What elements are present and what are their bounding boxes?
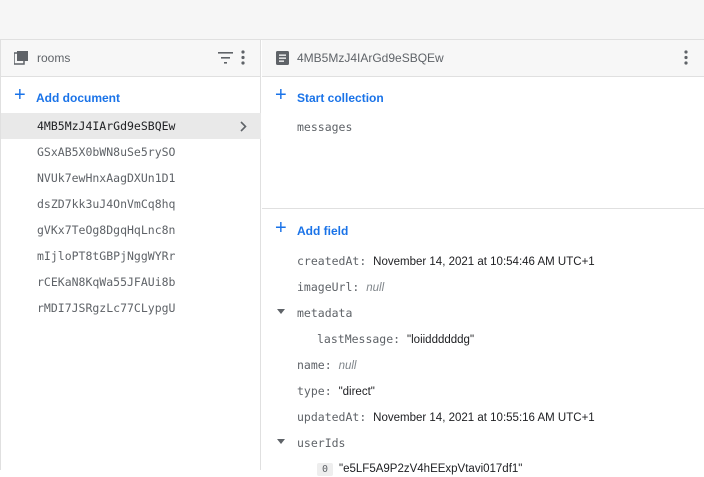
expand-arrow-icon[interactable] — [277, 309, 285, 314]
collection-header: rooms — [1, 40, 260, 77]
start-collection-label: Start collection — [297, 91, 384, 105]
field-key: type — [297, 384, 325, 398]
document-title: 4MB5MzJ4IArGd9eSBQEw — [297, 51, 444, 65]
section-divider — [262, 208, 704, 209]
top-bar — [0, 0, 704, 40]
document-item[interactable]: NVUk7ewHnxAagDXUn1D1 — [1, 165, 261, 191]
field-value: "e5LF5A9P2zV4hEExpVtavi017df1" — [339, 463, 523, 475]
add-document-label: Add document — [36, 91, 120, 105]
filter-icon[interactable] — [218, 52, 233, 64]
field-value: "direct" — [338, 386, 375, 398]
document-id: NVUk7ewHnxAagDXUn1D1 — [37, 171, 176, 185]
document-id: gVKx7TeOg8DgqHqLnc8n — [37, 223, 176, 237]
document-item[interactable]: rMDI7JSRgzLc77CLypgU — [1, 295, 261, 321]
field-key: updatedAt — [297, 410, 360, 424]
expand-arrow-icon[interactable] — [277, 439, 285, 444]
field-value: null — [366, 282, 385, 294]
field-row-metadata[interactable]: metadata — [297, 304, 352, 322]
document-id: rMDI7JSRgzLc77CLypgU — [37, 301, 176, 315]
add-field-label: Add field — [297, 224, 349, 238]
field-value: November 14, 2021 at 10:55:16 AM UTC+1 — [373, 412, 595, 424]
field-row-createdAt[interactable]: createdAt: November 14, 2021 at 10:54:46… — [297, 252, 595, 270]
more-vert-icon[interactable] — [241, 50, 245, 65]
document-panel: 4MB5MzJ4IArGd9eSBQEw + Start collection … — [262, 40, 704, 476]
field-key: metadata — [297, 306, 353, 320]
field-row-userIds[interactable]: userIds — [297, 434, 345, 452]
document-header: 4MB5MzJ4IArGd9eSBQEw — [262, 40, 704, 77]
field-row-lastMessage[interactable]: lastMessage: "loiiddddddg" — [317, 330, 474, 348]
document-id: GSxAB5X0bWN8uSe5rySO — [37, 145, 176, 159]
document-id: mIjloPT8tGBPjNggWYRr — [37, 249, 176, 263]
collection-title: rooms — [37, 51, 71, 65]
plus-icon: + — [275, 84, 287, 106]
document-item-selected[interactable]: 4MB5MzJ4IArGd9eSBQEw — [1, 113, 261, 139]
document-item[interactable]: rCEKaN8KqWa55JFAUi8b — [1, 269, 261, 295]
field-key: imageUrl — [297, 280, 353, 294]
document-item[interactable]: mIjloPT8tGBPjNggWYRr — [1, 243, 261, 269]
field-row-type[interactable]: type: "direct" — [297, 382, 375, 400]
field-row-userIds-0[interactable]: 0 "e5LF5A9P2zV4hEExpVtavi017df1" — [317, 459, 522, 477]
field-row-name[interactable]: name: null — [297, 356, 356, 374]
field-key: name — [297, 358, 325, 372]
document-id: dsZD7kk3uJ4OnVmCq8hq — [37, 197, 176, 211]
field-value: null — [338, 360, 357, 372]
plus-icon: + — [14, 84, 26, 106]
document-item[interactable]: GSxAB5X0bWN8uSe5rySO — [1, 139, 261, 165]
field-value: November 14, 2021 at 10:54:46 AM UTC+1 — [373, 256, 595, 268]
field-row-imageUrl[interactable]: imageUrl: null — [297, 278, 384, 296]
subcollection-item[interactable]: messages — [297, 120, 352, 134]
field-value: "loiiddddddg" — [407, 334, 475, 346]
collection-panel: rooms + Add document 4MB5MzJ4IArGd9eSBQE… — [0, 40, 261, 470]
plus-icon: + — [275, 217, 287, 239]
field-key: userIds — [297, 436, 346, 450]
document-id: rCEKaN8KqWa55JFAUi8b — [37, 275, 176, 289]
more-vert-icon[interactable] — [684, 50, 688, 65]
document-id: 4MB5MzJ4IArGd9eSBQEw — [37, 119, 176, 133]
document-item[interactable]: dsZD7kk3uJ4OnVmCq8hq — [1, 191, 261, 217]
collection-icon — [14, 51, 28, 65]
document-item[interactable]: gVKx7TeOg8DgqHqLnc8n — [1, 217, 261, 243]
chevron-right-icon — [240, 121, 247, 132]
document-icon — [276, 51, 289, 65]
field-key: lastMessage — [317, 332, 394, 346]
field-row-updatedAt[interactable]: updatedAt: November 14, 2021 at 10:55:16… — [297, 408, 595, 426]
field-key: createdAt — [297, 254, 360, 268]
